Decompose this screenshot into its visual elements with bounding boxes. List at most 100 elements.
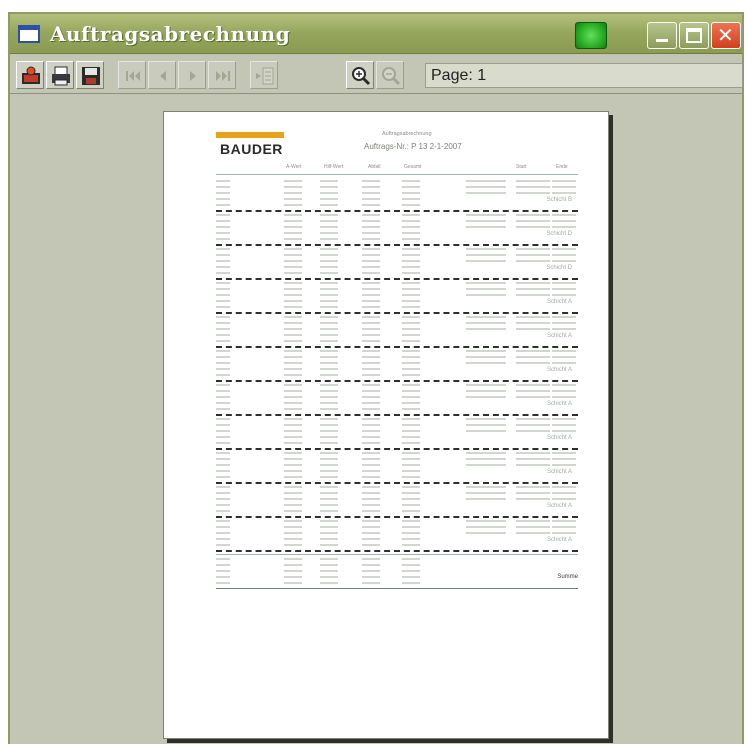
open-icon (22, 66, 40, 84)
report-row (216, 322, 578, 327)
last-page-icon (216, 71, 230, 81)
maximize-icon (686, 28, 702, 43)
shift-label: Schicht A (546, 299, 572, 305)
shift-label: Schicht A (546, 503, 572, 509)
column-header: A-Wert (286, 164, 302, 170)
report-row (216, 520, 578, 525)
shift-label: Schicht A (546, 537, 572, 543)
zoom-out-icon (382, 67, 401, 86)
report-row (216, 362, 578, 367)
minimize-button[interactable] (647, 22, 677, 49)
shift-label: Schicht A (546, 333, 572, 339)
preview-area[interactable]: BAUDER Auftragsabrechnung Auftrags-Nr.: … (10, 95, 742, 744)
report-row (216, 532, 578, 537)
report-row (216, 498, 578, 503)
block-separator (216, 550, 578, 552)
summary-rule (216, 554, 578, 555)
report-row (216, 544, 578, 549)
report-row (216, 436, 578, 441)
column-header: Ende (556, 164, 568, 170)
shift-block: Schicht A (216, 280, 578, 314)
report-row (216, 186, 578, 191)
report-row (216, 418, 578, 423)
report-row (216, 504, 578, 509)
report-row (216, 424, 578, 429)
column-header: Gesamt (404, 164, 422, 170)
column-header: Abfall (368, 164, 381, 170)
summary-row (216, 570, 578, 573)
report-row (216, 180, 578, 185)
report-row (216, 492, 578, 497)
column-header: Hilf-Wert (324, 164, 344, 170)
column-headers: A-Wert Hilf-Wert Abfall Gesamt Start End… (216, 164, 578, 174)
summary-row (216, 564, 578, 567)
next-page-icon (190, 71, 196, 81)
page-setup-button[interactable] (250, 61, 278, 89)
toolbar: Page: 1 (10, 56, 743, 94)
open-button[interactable] (16, 61, 44, 89)
report-row (216, 282, 578, 287)
shift-block: Schicht D (216, 212, 578, 246)
close-button[interactable]: ✕ (711, 22, 741, 49)
zoom-in-button[interactable] (346, 61, 374, 89)
minimize-icon (656, 39, 668, 42)
summary-label: Summe (557, 574, 578, 580)
report-row (216, 334, 578, 339)
print-button[interactable] (46, 61, 74, 89)
report-row (216, 288, 578, 293)
maximize-button[interactable] (679, 22, 709, 49)
report-row (216, 238, 578, 243)
report-row (216, 458, 578, 463)
last-page-button[interactable] (208, 61, 236, 89)
summary-row (216, 582, 578, 585)
print-icon (52, 66, 70, 86)
next-page-button[interactable] (178, 61, 206, 89)
report-row (216, 486, 578, 491)
app-window: Auftragsabrechnung ✕ Page: 1 BAUDER Auft… (8, 12, 744, 744)
report-title: Auftragsabrechnung (382, 131, 432, 137)
report-row (216, 470, 578, 475)
report-row (216, 476, 578, 481)
shift-blocks: Schicht B Schicht D Schicht D Schicht A Schi… (216, 178, 578, 552)
report-row (216, 220, 578, 225)
previous-page-button[interactable] (148, 61, 176, 89)
zoom-out-button[interactable] (376, 61, 404, 89)
report-row (216, 510, 578, 515)
report-row (216, 232, 578, 237)
order-number: Auftrags-Nr.: P 13 2-1-2007 (364, 142, 462, 151)
report-row (216, 408, 578, 413)
report-row (216, 306, 578, 311)
save-icon (82, 67, 100, 85)
page-indicator: Page: 1 (425, 63, 743, 88)
report-row (216, 248, 578, 253)
page-setup-icon (256, 67, 274, 85)
shift-label: Schicht A (546, 469, 572, 475)
shift-label: Schicht A (546, 401, 572, 407)
shift-block: Schicht A (216, 314, 578, 348)
report-row (216, 214, 578, 219)
page-label: Page: 1 (431, 67, 487, 84)
save-button[interactable] (76, 61, 104, 89)
report-row (216, 192, 578, 197)
shift-label: Schicht D (546, 231, 572, 237)
status-indicator-icon (575, 22, 607, 49)
report-row (216, 442, 578, 447)
shift-block: Schicht D (216, 246, 578, 280)
report-row (216, 402, 578, 407)
first-page-icon (126, 71, 140, 81)
report-row (216, 300, 578, 305)
report-row (216, 430, 578, 435)
report-row (216, 294, 578, 299)
shift-block: Schicht A (216, 518, 578, 552)
report-row (216, 368, 578, 373)
shift-block: Schicht A (216, 348, 578, 382)
title-bar[interactable]: Auftragsabrechnung ✕ (10, 14, 742, 54)
report-row (216, 384, 578, 389)
summary-row (216, 558, 578, 561)
report-row (216, 452, 578, 457)
report-row (216, 390, 578, 395)
report-row (216, 538, 578, 543)
first-page-button[interactable] (118, 61, 146, 89)
report-row (216, 526, 578, 531)
shift-block: Schicht A (216, 450, 578, 484)
